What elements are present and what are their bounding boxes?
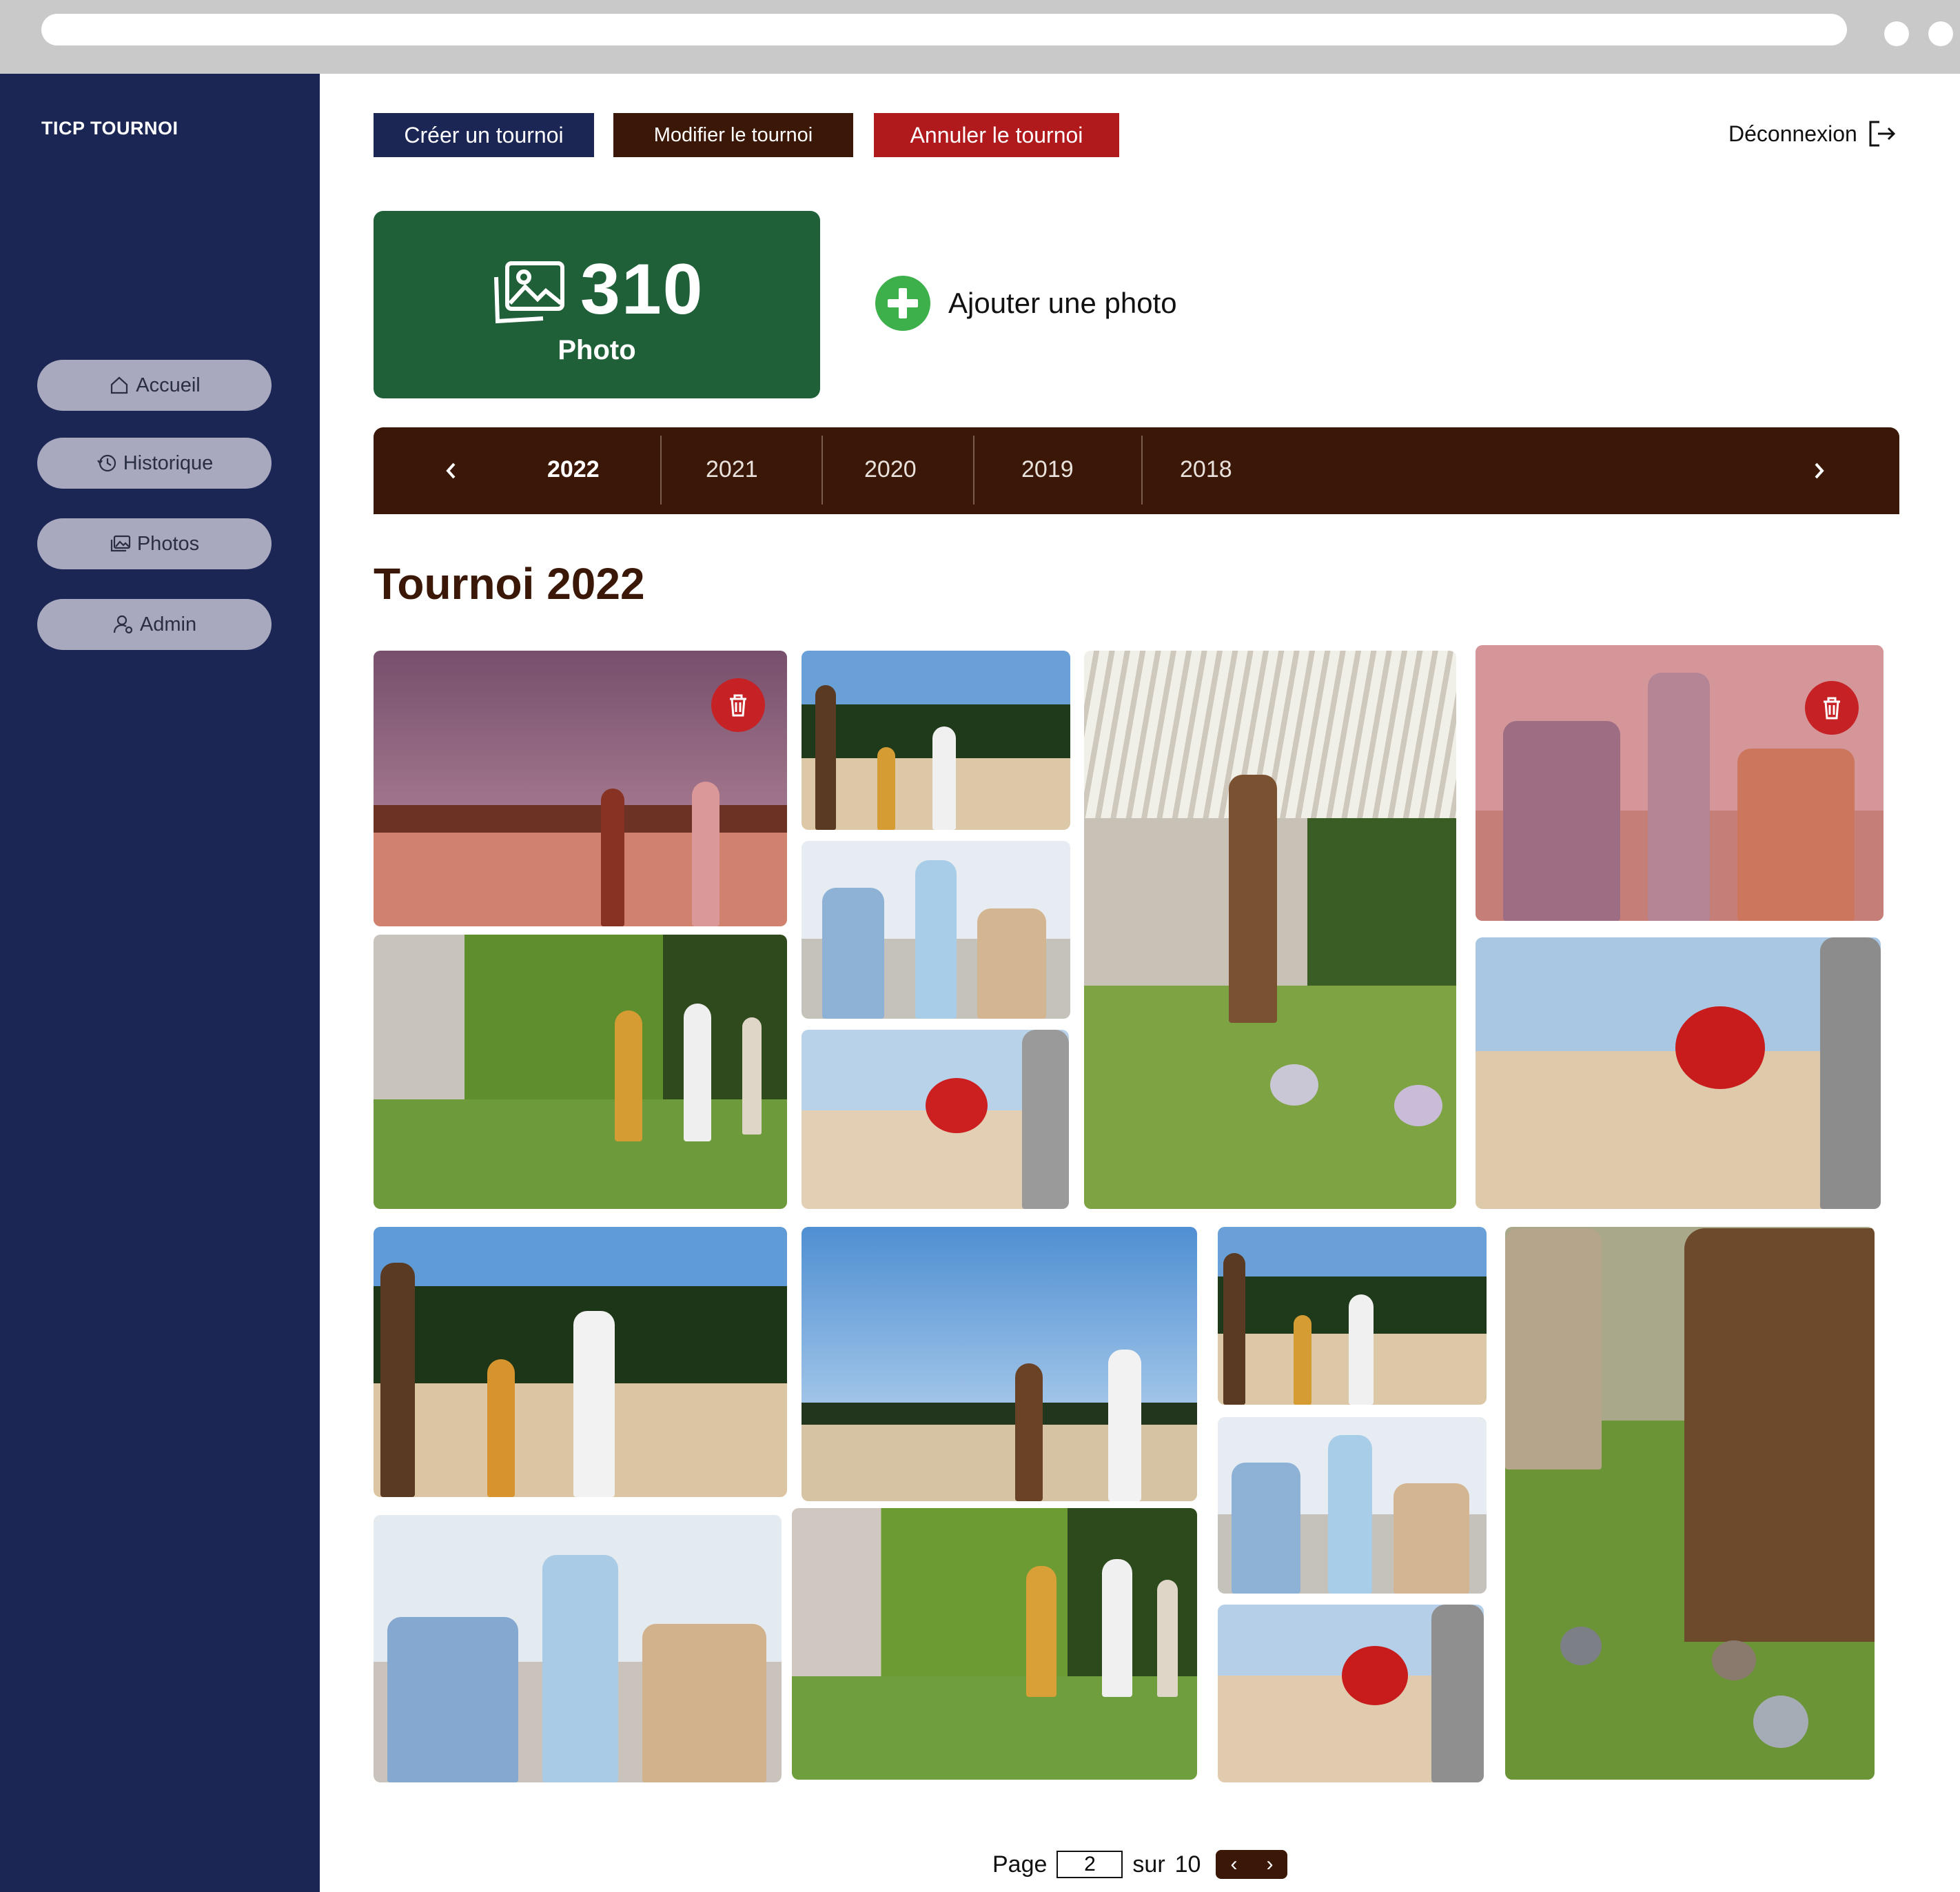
photo-count-card: 310 Photo	[374, 211, 820, 398]
chevron-left-icon[interactable]: ‹	[1230, 1853, 1237, 1876]
sidebar-item-accueil[interactable]: Accueil	[37, 360, 272, 411]
divider	[660, 436, 662, 505]
delete-photo-button[interactable]	[1805, 681, 1859, 735]
photos-icon	[110, 535, 130, 552]
photos-icon	[494, 261, 564, 324]
photo-tile[interactable]	[802, 1227, 1197, 1501]
cancel-tournament-button[interactable]: Annuler le tournoi	[874, 113, 1119, 157]
window-control-dot[interactable]	[1928, 21, 1953, 46]
section-title: Tournoi 2022	[374, 559, 645, 609]
home-icon	[111, 376, 128, 394]
sidebar-item-label: Historique	[123, 451, 214, 474]
divider	[1141, 436, 1143, 505]
photo-tile[interactable]	[792, 1508, 1197, 1780]
photo-count: 310	[580, 250, 704, 329]
app-brand: TICP TOURNOI	[41, 118, 178, 139]
photo-tile[interactable]	[1476, 937, 1881, 1209]
photo-tile[interactable]	[1218, 1227, 1487, 1405]
divider	[821, 436, 823, 505]
admin-icon	[113, 615, 132, 634]
tab-year-2020[interactable]: 2020	[864, 456, 917, 483]
photo-tile[interactable]	[802, 1030, 1069, 1209]
photo-tile[interactable]	[1218, 1417, 1487, 1594]
sidebar-item-label: Admin	[139, 613, 197, 635]
sidebar-item-label: Photos	[136, 532, 200, 555]
year-tabs: 2022 2021 2020 2019 2018	[374, 427, 1899, 514]
logout-label: Déconnexion	[1728, 121, 1857, 146]
edit-tournament-button[interactable]: Modifier le tournoi	[613, 113, 853, 157]
divider	[973, 436, 974, 505]
history-icon	[96, 454, 116, 472]
pagination: Page sur 10 ‹ ›	[992, 1850, 1288, 1879]
add-photo-label: Ajouter une photo	[948, 287, 1177, 319]
chevron-right-icon[interactable]: ›	[1266, 1853, 1273, 1876]
tab-year-2018[interactable]: 2018	[1180, 456, 1232, 483]
page-nav: ‹ ›	[1216, 1850, 1288, 1879]
photo-tile[interactable]	[1218, 1605, 1484, 1782]
sidebar-item-admin[interactable]: Admin	[37, 599, 272, 650]
photo-tile[interactable]	[374, 935, 787, 1209]
browser-chrome	[0, 0, 1960, 74]
add-photo-button[interactable]: Ajouter une photo	[875, 276, 1177, 331]
sidebar-item-historique[interactable]: Historique	[37, 438, 272, 489]
delete-photo-button[interactable]	[711, 678, 765, 732]
photo-count-label: Photo	[558, 335, 636, 365]
address-bar[interactable]	[41, 14, 1847, 45]
tab-year-2021[interactable]: 2021	[706, 456, 758, 483]
add-icon	[875, 276, 930, 331]
photo-tile[interactable]	[374, 1515, 782, 1782]
trash-icon	[1824, 697, 1840, 720]
photo-tile[interactable]	[1084, 651, 1456, 1209]
page-number-input[interactable]	[1056, 1851, 1123, 1878]
photo-tile[interactable]	[1505, 1227, 1875, 1780]
photo-tile[interactable]	[374, 651, 787, 926]
logout-button[interactable]: Déconnexion	[1728, 119, 1897, 149]
photo-tile[interactable]	[374, 1227, 787, 1497]
tab-year-2019[interactable]: 2019	[1021, 456, 1074, 483]
logout-icon	[1869, 121, 1895, 147]
chevron-right-icon[interactable]	[1803, 455, 1835, 487]
sidebar: TICP TOURNOI Accueil Historique Photos A…	[0, 74, 320, 1892]
sidebar-item-photos[interactable]: Photos	[37, 518, 272, 569]
trash-icon	[730, 694, 746, 717]
page-of-label: sur	[1132, 1851, 1165, 1878]
tab-year-2022[interactable]: 2022	[547, 456, 600, 483]
page-total: 10	[1174, 1851, 1201, 1878]
sidebar-item-label: Accueil	[136, 374, 201, 396]
page-label: Page	[992, 1851, 1048, 1878]
create-tournament-button[interactable]: Créer un tournoi	[374, 113, 594, 157]
photo-tile[interactable]	[1476, 645, 1884, 921]
photo-tile[interactable]	[802, 841, 1070, 1019]
photo-tile[interactable]	[802, 651, 1070, 830]
window-control-dot[interactable]	[1884, 21, 1909, 46]
chevron-left-icon[interactable]	[436, 455, 467, 487]
